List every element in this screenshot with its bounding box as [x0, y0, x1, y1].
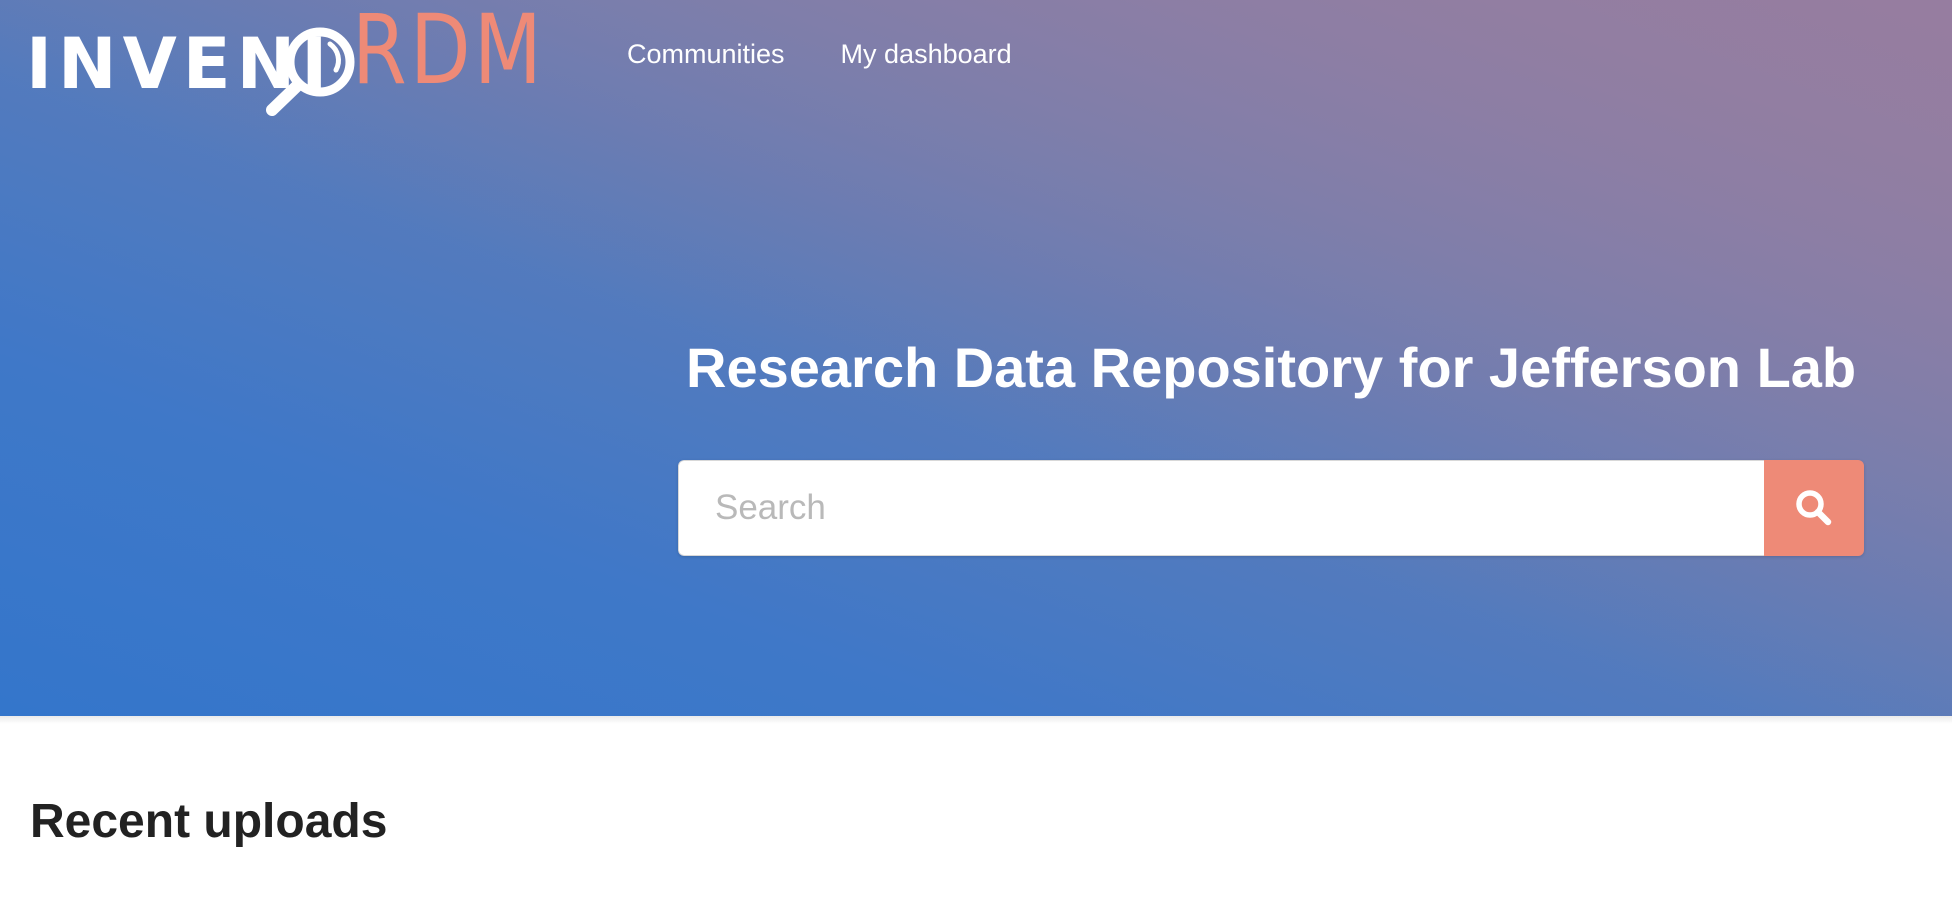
search-icon: [1796, 490, 1832, 526]
recent-uploads-heading: Recent uploads: [30, 795, 388, 848]
nav-link-communities[interactable]: Communities: [627, 36, 785, 72]
nav-link-my-dashboard[interactable]: My dashboard: [841, 36, 1012, 72]
hero-banner: INVENI RDM Communities My dashboard Rese…: [0, 0, 1952, 716]
invenio-rdm-logo[interactable]: INVENI RDM: [26, 0, 542, 116]
main-nav: Communities My dashboard: [627, 36, 1012, 72]
search-input[interactable]: [678, 460, 1764, 556]
search-button[interactable]: [1764, 460, 1864, 556]
page-title: Research Data Repository for Jefferson L…: [686, 336, 1857, 399]
hero-divider-shadow: [0, 716, 1952, 724]
logo-text-rdm: RDM: [352, 0, 546, 106]
search-bar: [678, 460, 1864, 556]
